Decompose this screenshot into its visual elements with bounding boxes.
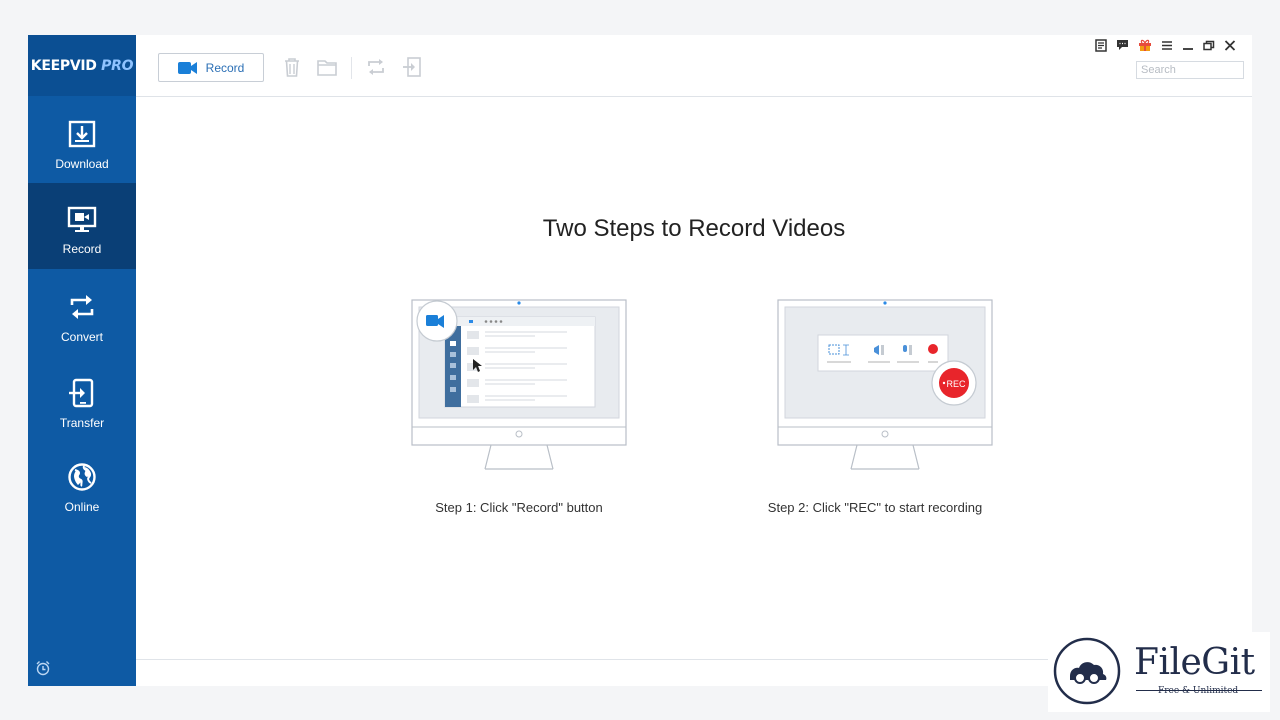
download-icon xyxy=(68,120,96,148)
watermark-title: FileGit xyxy=(1134,642,1255,683)
import-icon[interactable] xyxy=(401,56,423,78)
sidebar-item-record[interactable]: Record xyxy=(28,183,136,269)
window-controls xyxy=(1095,38,1236,52)
page-title: Two Steps to Record Videos xyxy=(542,215,846,242)
step-1-label: Step 1: Click "Record" button xyxy=(435,500,603,515)
rec-badge: REC xyxy=(946,379,966,389)
toolbar-separator xyxy=(351,57,352,79)
convert-icon[interactable] xyxy=(365,56,387,78)
globe-icon xyxy=(68,463,96,491)
minimize-icon[interactable] xyxy=(1182,40,1194,51)
record-button-label: Record xyxy=(205,60,245,75)
search-input[interactable] xyxy=(1136,61,1244,79)
sidebar-item-label: Online xyxy=(64,500,100,514)
video-camera-icon xyxy=(177,61,197,74)
gift-icon[interactable] xyxy=(1138,38,1152,52)
close-icon[interactable] xyxy=(1224,39,1236,51)
convert-icon xyxy=(70,295,94,319)
folder-icon[interactable] xyxy=(316,56,338,78)
main-panel: Two Steps to Record Videos REC Step 1: C… xyxy=(136,97,1252,659)
app-logo: KEEPVID PRO xyxy=(28,35,136,96)
sidebar-item-label: Download xyxy=(55,157,109,171)
watermark-tagline: Free & Unlimited xyxy=(1158,686,1239,696)
step-1-illustration xyxy=(411,299,627,470)
sidebar-item-label: Record xyxy=(62,242,102,256)
restore-icon[interactable] xyxy=(1203,40,1215,51)
sidebar-item-convert[interactable]: Convert xyxy=(28,271,136,357)
notes-icon[interactable] xyxy=(1095,38,1107,52)
alarm-clock-icon[interactable] xyxy=(35,660,51,676)
feedback-icon[interactable] xyxy=(1116,39,1129,51)
record-button[interactable]: Record xyxy=(158,53,264,82)
sidebar-item-online[interactable]: Online xyxy=(28,441,136,527)
logo-brand: KEEPVID xyxy=(30,57,97,74)
toolbar: Record xyxy=(136,35,1252,97)
transfer-icon xyxy=(69,378,94,408)
sidebar-item-transfer[interactable]: Transfer xyxy=(28,357,136,443)
step-2-label: Step 2: Click "REC" to start recording xyxy=(767,500,983,515)
sidebar: KEEPVID PRO Download Record Convert Tran… xyxy=(28,35,136,686)
filegit-logo-icon xyxy=(1053,637,1121,705)
step-2-illustration: REC xyxy=(777,299,993,470)
sidebar-item-label: Convert xyxy=(60,330,104,344)
app-window: KEEPVID PRO Download Record Convert Tran… xyxy=(28,35,1252,686)
menu-icon[interactable] xyxy=(1161,40,1173,51)
trash-icon[interactable] xyxy=(281,56,303,78)
monitor-record-icon xyxy=(67,206,97,232)
logo-edition: PRO xyxy=(101,57,134,74)
filegit-watermark: FileGit Free & Unlimited xyxy=(1048,632,1270,712)
sidebar-item-label: Transfer xyxy=(59,416,105,430)
sidebar-item-download[interactable]: Download xyxy=(28,98,136,184)
